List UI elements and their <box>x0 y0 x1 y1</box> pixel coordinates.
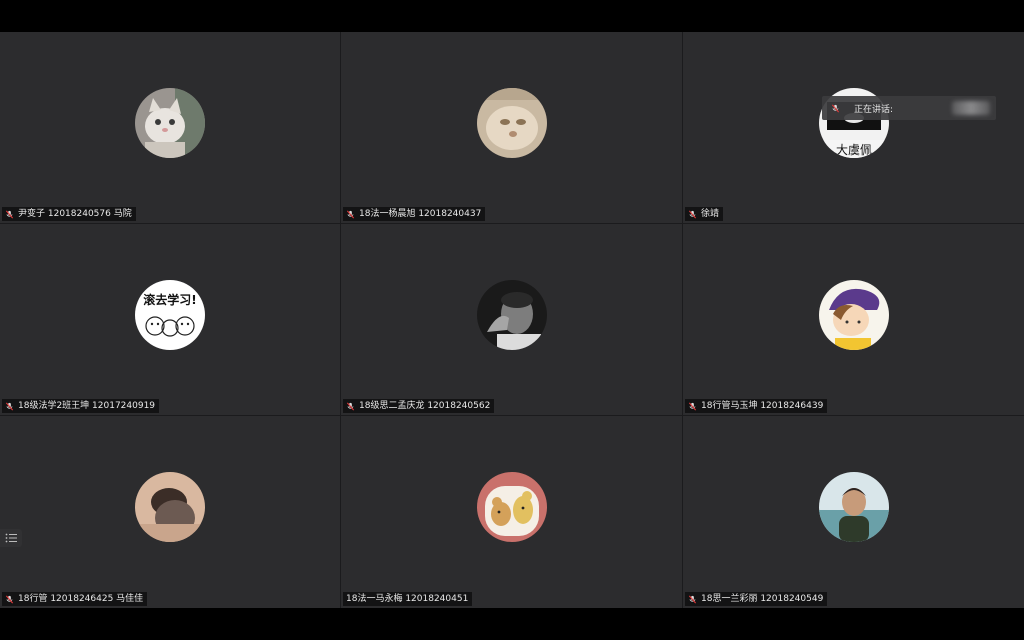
participant-avatar <box>818 472 889 542</box>
participant-name-tag: 18行管 12018246425 马佳佳 <box>2 592 148 606</box>
participant-name: 徐靖 <box>701 209 720 219</box>
participant-name-tag: 尹变子 12018240576 马院 <box>2 207 136 221</box>
participant-tile[interactable]: 大虞佩 徐靖 <box>683 32 1024 223</box>
mic-muted-icon <box>688 210 697 219</box>
speaker-name-blurred <box>952 101 990 115</box>
participant-name-tag: 徐靖 <box>685 207 724 221</box>
participant-name-tag: 18级法学2班王坤 12017240919 <box>2 399 160 413</box>
bottom-bar <box>0 608 1024 640</box>
participant-name-tag: 18法一马永梅 12018240451 <box>343 592 473 606</box>
participant-tile[interactable]: 尹变子 12018240576 马院 <box>0 32 340 223</box>
participant-avatar <box>135 472 205 542</box>
speaking-label: 正在讲话: <box>854 104 894 115</box>
participant-name: 18法一杨晨旭 12018240437 <box>359 209 482 219</box>
mic-muted-icon <box>5 402 14 411</box>
participant-avatar <box>476 472 547 542</box>
participant-name: 18行管马玉坤 12018246439 <box>701 401 824 411</box>
participant-avatar <box>476 280 547 350</box>
participant-name-tag: 18行管马玉坤 12018246439 <box>685 399 828 413</box>
speaking-indicator: 正在讲话: <box>822 96 996 120</box>
mic-muted-icon <box>688 595 697 604</box>
meme-text: 滚去学习! <box>143 292 196 307</box>
participant-name-tag: 18思一兰彩丽 12018240549 <box>685 592 828 606</box>
participant-avatar <box>135 88 205 158</box>
participant-name: 18级法学2班王坤 12017240919 <box>18 401 156 411</box>
mic-muted-icon <box>5 210 14 219</box>
participant-avatar <box>476 88 547 158</box>
participant-tile[interactable]: 18行管 12018246425 马佳佳 <box>0 416 340 608</box>
participant-avatar <box>818 280 889 350</box>
top-bar <box>0 0 1024 32</box>
mic-muted-icon <box>346 402 355 411</box>
participant-list-button[interactable] <box>0 529 22 547</box>
participant-tile[interactable]: 18法一马永梅 12018240451 <box>341 416 682 608</box>
participant-name: 18行管 12018246425 马佳佳 <box>18 594 144 604</box>
participant-tile[interactable]: 18法一杨晨旭 12018240437 <box>341 32 682 223</box>
participant-name: 18思一兰彩丽 12018240549 <box>701 594 824 604</box>
list-icon <box>5 533 17 543</box>
participant-name: 尹变子 12018240576 马院 <box>18 209 132 219</box>
participant-name-tag: 18级思二孟庆龙 12018240562 <box>343 399 495 413</box>
participant-tile[interactable]: 18思一兰彩丽 12018240549 <box>683 416 1024 608</box>
participant-avatar: 滚去学习! <box>135 280 205 350</box>
mic-muted-icon <box>831 104 840 113</box>
mic-muted-icon <box>688 402 697 411</box>
participant-tile[interactable]: 18行管马玉坤 12018246439 <box>683 224 1024 415</box>
sticker-text: 大虞佩 <box>835 143 871 157</box>
participant-tile[interactable]: 滚去学习! 18级法学2班王坤 12017240919 <box>0 224 340 415</box>
participant-name-tag: 18法一杨晨旭 12018240437 <box>343 207 486 221</box>
participant-tile[interactable]: 18级思二孟庆龙 12018240562 <box>341 224 682 415</box>
mic-muted-icon <box>5 595 14 604</box>
mic-muted-icon <box>346 210 355 219</box>
participant-name: 18法一马永梅 12018240451 <box>346 594 469 604</box>
participant-name: 18级思二孟庆龙 12018240562 <box>359 401 491 411</box>
